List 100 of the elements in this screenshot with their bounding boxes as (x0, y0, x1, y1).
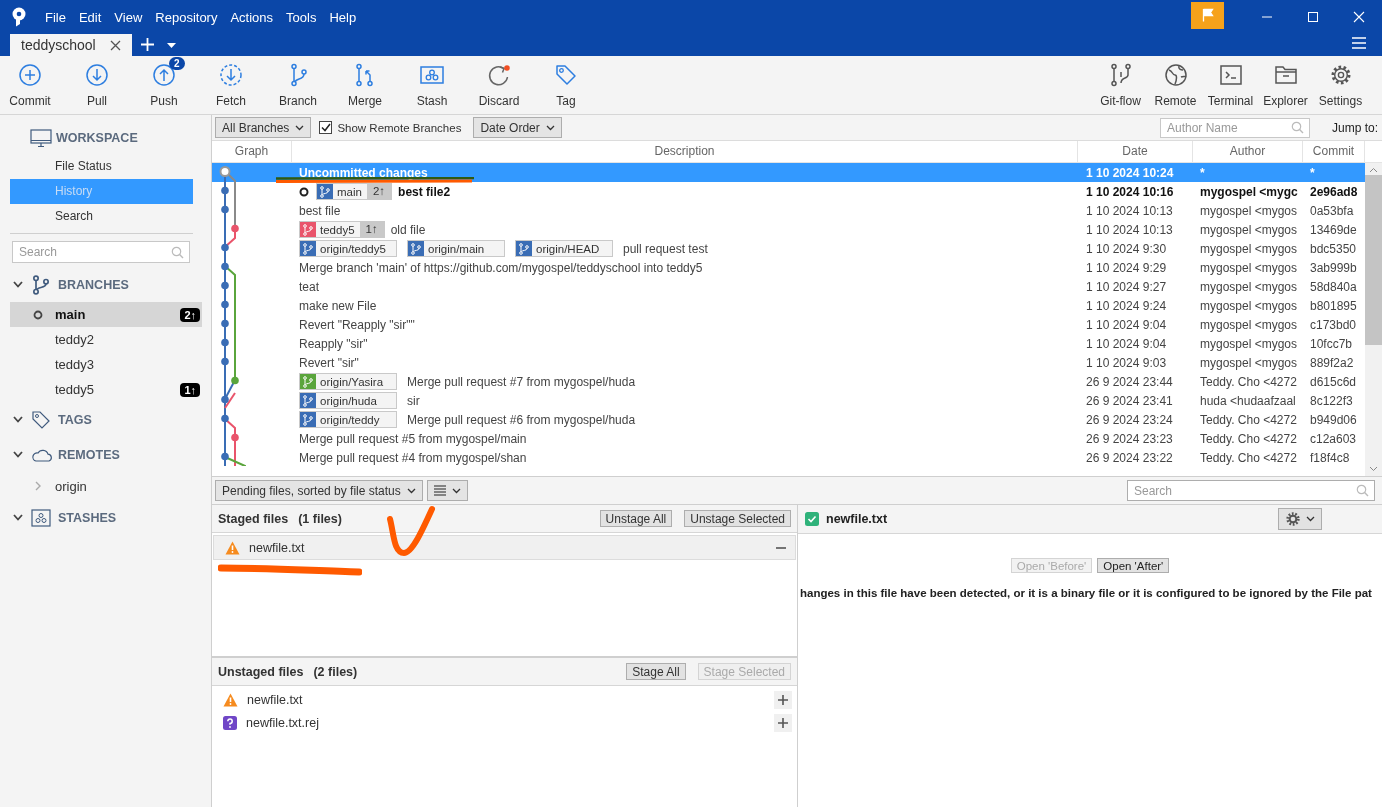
commit-row[interactable]: Revert "Reapply "sir"" 1 10 2024 9:04 mygospel <mygos c173bd0 (212, 315, 1365, 334)
sidebar-item[interactable]: Search (10, 204, 193, 229)
file-row[interactable]: newfile.txt.rej (212, 711, 797, 734)
toolbar-button[interactable]: Settings (1313, 60, 1368, 110)
branch-item[interactable]: teddy5 1↑ (10, 377, 202, 402)
repository-tab[interactable]: teddyschool (10, 34, 132, 56)
commit-hash-cell-text: 8c122f3 (1309, 393, 1354, 408)
toolbar-button[interactable]: Merge (335, 60, 395, 110)
toolbar-button[interactable]: Commit (0, 60, 60, 110)
search-field[interactable]: Search (12, 241, 190, 263)
column-header[interactable]: Date (1078, 141, 1193, 162)
branch-label[interactable]: main 2↑ (316, 183, 393, 200)
date-cell-text: 1 10 2024 9:27 (1085, 279, 1168, 294)
commit-row[interactable]: Merge pull request #4 from mygospel/shan 26 9 2024 23:22 Teddy. Cho <4272 f18f4c8 (212, 448, 1365, 467)
menu-item[interactable]: View (114, 9, 143, 25)
commit-hash-cell-text: c173bd0 (1309, 317, 1358, 332)
branch-label[interactable]: origin/main (407, 240, 505, 257)
toolbar-button[interactable]: Tag (536, 60, 596, 110)
toolbar-button[interactable]: Fetch (201, 60, 261, 110)
date-cell-text: 26 9 2024 23:44 (1085, 374, 1174, 389)
commit-message: Reapply "sir" (299, 336, 368, 351)
file-name: newfile.txt (249, 540, 305, 555)
toolbar-button[interactable]: Discard (469, 60, 529, 110)
author-cell-text: Teddy. Cho <4272 (1199, 450, 1298, 465)
branch-item[interactable]: teddy3 (10, 352, 202, 377)
sort-dropdown[interactable]: Pending files, sorted by file status (215, 480, 423, 501)
menu-item[interactable]: Repository (155, 9, 218, 25)
commit-row[interactable]: Reapply "sir" 1 10 2024 9:04 mygospel <mygos 10fcc7b (212, 334, 1365, 353)
file-row[interactable]: newfile.txt (212, 688, 797, 711)
commit-row[interactable]: teat 1 10 2024 9:27 mygospel <mygos 58d840a (212, 277, 1365, 296)
toolbar-button[interactable]: Explorer (1258, 60, 1313, 110)
section-title[interactable]: REMOTES (58, 447, 120, 462)
commit-row[interactable]: make new File 1 10 2024 9:24 mygospel <mygos b801895 (212, 296, 1365, 315)
column-header[interactable]: Graph (212, 141, 292, 162)
stage-button[interactable]: Stage All (626, 663, 686, 680)
branch-label[interactable]: origin/HEAD (515, 240, 613, 257)
column-header[interactable]: Commit (1303, 141, 1365, 162)
date-cell-text: 1 10 2024 9:30 (1085, 241, 1168, 256)
column-header[interactable]: Description (292, 141, 1078, 162)
toolbar-button[interactable]: Push 2 (134, 60, 194, 110)
remote-item[interactable]: origin (55, 478, 87, 494)
author-cell-text: mygospel <mygos (1199, 222, 1299, 237)
section-title: WORKSPACE (56, 131, 138, 145)
branch-filter-dropdown[interactable]: All Branches (215, 117, 312, 138)
date-cell-text: 26 9 2024 23:22 (1085, 450, 1174, 465)
commit-row[interactable]: best file 1 10 2024 10:13 mygospel <mygos 0a53bfa (212, 201, 1365, 220)
author-cell-text: mygospel <mygos (1199, 260, 1299, 275)
menu-item[interactable]: File (45, 9, 66, 25)
date-cell-text: 26 9 2024 23:24 (1085, 412, 1174, 427)
column-header[interactable]: Author (1193, 141, 1303, 162)
open-file-button[interactable]: Open 'After' (1097, 558, 1170, 573)
ahead-count: 2↑ (366, 184, 392, 199)
author-search-field[interactable]: Author Name (1159, 117, 1310, 138)
commit-message: best file (299, 203, 341, 218)
stage-button[interactable]: Unstage All (599, 510, 673, 527)
branch-label[interactable]: origin/teddy (299, 411, 397, 428)
author-cell-text: Teddy. Cho <4272 (1199, 374, 1298, 389)
author-cell-text: mygospel <mygos (1199, 355, 1299, 370)
file-count: (2 files) (313, 664, 358, 679)
commit-message: Merge branch 'main' of https://github.com/mygospel/teddyschool into teddy5 (299, 260, 703, 275)
commit-hash-cell-text: 3ab999b (1309, 260, 1358, 275)
branch-name: origin/Yasira (319, 375, 385, 388)
commit-message: teat (299, 279, 319, 294)
branch-label[interactable]: origin/huda (299, 392, 397, 409)
sort-order-dropdown[interactable]: Date Order (473, 117, 562, 138)
toolbar-button[interactable]: Remote (1148, 60, 1203, 110)
commit-row[interactable]: Revert "sir" 1 10 2024 9:03 mygospel <mygos 889f2a2 (212, 353, 1365, 372)
search-field[interactable]: Search (1127, 480, 1375, 501)
commit-hash-cell-text: 2e96ad8 (1309, 184, 1359, 199)
commit-message: best file2 (398, 184, 451, 199)
branch-label[interactable]: origin/teddy5 (299, 240, 397, 257)
toolbar-button[interactable]: Terminal (1203, 60, 1258, 110)
toolbar-button[interactable]: Branch (268, 60, 328, 110)
show-remote-checkbox[interactable]: Show Remote Branches (319, 121, 462, 134)
branch-item[interactable]: main 2↑ (10, 302, 202, 327)
date-cell-text: 1 10 2024 9:03 (1085, 355, 1168, 370)
commit-row[interactable]: origin/teddy Merge pull request #6 from mygospel/huda 26 9 2024 23:24 Teddy. Cho <4272 b949d06 (212, 410, 1365, 429)
menu-item[interactable]: Edit (78, 9, 102, 25)
branch-name: origin/HEAD (535, 242, 601, 255)
section-title[interactable]: TAGS (58, 412, 92, 427)
commit-hash-cell-text: * (1309, 165, 1316, 180)
branch-item[interactable]: teddy2 (10, 327, 202, 352)
menu-item[interactable]: Actions (230, 9, 274, 25)
toolbar-button[interactable]: Git-flow (1093, 60, 1148, 110)
section-title[interactable]: STASHES (58, 510, 117, 525)
branch-name: teddy5 (319, 223, 356, 236)
stage-button[interactable]: Unstage Selected (684, 510, 791, 527)
toolbar-button[interactable]: Stash (402, 60, 462, 110)
branch-label[interactable]: origin/Yasira (299, 373, 397, 390)
date-cell-text: 1 10 2024 10:13 (1085, 222, 1174, 237)
commit-message: Uncommitted changes (299, 165, 428, 180)
section-title[interactable]: BRANCHES (58, 277, 129, 292)
branch-label[interactable]: teddy5 1↑ (299, 221, 385, 238)
sidebar-item[interactable]: File Status (10, 154, 193, 179)
file-row[interactable]: newfile.txt (213, 535, 796, 560)
menu-item[interactable]: Tools (286, 9, 317, 25)
commit-message: Merge pull request #5 from mygospel/main (299, 431, 527, 446)
menu-item[interactable]: Help (329, 9, 357, 25)
ahead-count-badge: 2↑ (180, 307, 200, 322)
toolbar-button[interactable]: Pull (67, 60, 127, 110)
